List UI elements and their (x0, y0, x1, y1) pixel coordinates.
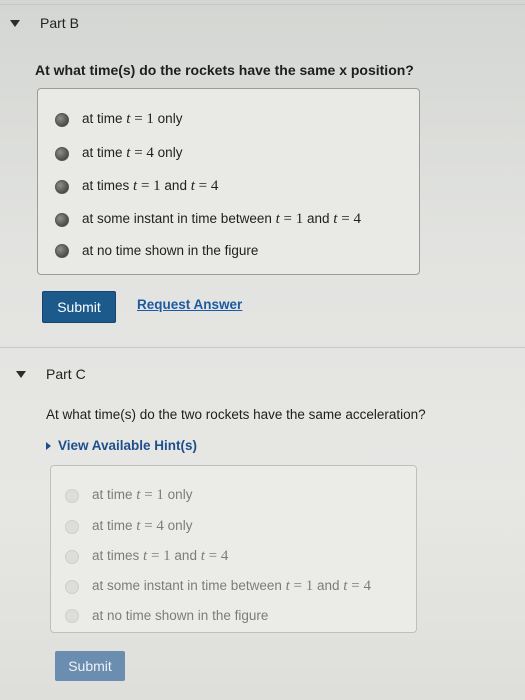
radio-button[interactable] (55, 212, 69, 227)
part-b-option-5[interactable]: at no time shown in the figure (55, 243, 258, 258)
part-c-header[interactable]: Part C (16, 366, 86, 382)
option-text: at time t = 4 only (82, 145, 183, 161)
option-text: at times t = 1 and t = 4 (82, 178, 219, 194)
option-text: at some instant in time between t = 1 an… (92, 578, 371, 594)
radio-button[interactable] (55, 179, 69, 194)
part-c-options-box: at time t = 1 only at time t = 4 only at… (50, 465, 417, 633)
section-divider (0, 347, 525, 348)
part-b-option-4[interactable]: at some instant in time between t = 1 an… (55, 211, 361, 228)
radio-button[interactable] (65, 549, 79, 564)
radio-button[interactable] (65, 579, 79, 594)
radio-button[interactable] (65, 519, 79, 534)
part-b-header[interactable]: Part B (10, 15, 79, 31)
radio-button[interactable] (55, 112, 69, 127)
part-c-option-3[interactable]: at times t = 1 and t = 4 (65, 548, 228, 565)
option-text: at time t = 1 only (82, 111, 183, 127)
collapse-caret-icon[interactable] (16, 370, 26, 378)
option-text: at no time shown in the figure (82, 243, 259, 258)
part-b-title: Part B (40, 15, 79, 31)
view-hints-link[interactable]: View Available Hint(s) (46, 438, 197, 453)
top-divider (0, 4, 525, 5)
hint-label: View Available Hint(s) (58, 438, 198, 453)
part-c-question: At what time(s) do the two rockets have … (46, 407, 426, 422)
radio-button[interactable] (55, 146, 69, 161)
option-text: at no time shown in the figure (92, 608, 269, 623)
expand-caret-icon (46, 441, 51, 450)
option-text: at some instant in time between t = 1 an… (82, 211, 361, 227)
part-b-option-1[interactable]: at time t = 1 only (55, 111, 182, 128)
request-answer-link[interactable]: Request Answer (137, 297, 242, 312)
option-text: at time t = 1 only (92, 487, 193, 503)
part-b-option-3[interactable]: at times t = 1 and t = 4 (55, 178, 218, 195)
collapse-caret-icon[interactable] (10, 19, 20, 27)
part-b-submit-button[interactable]: Submit (42, 291, 116, 323)
radio-button[interactable] (55, 243, 69, 258)
option-text: at times t = 1 and t = 4 (92, 548, 229, 564)
part-b-question: At what time(s) do the rockets have the … (35, 62, 414, 78)
radio-button[interactable] (65, 608, 79, 623)
part-c-submit-button[interactable]: Submit (55, 651, 125, 681)
part-c-title: Part C (46, 366, 86, 382)
part-c-option-2[interactable]: at time t = 4 only (65, 518, 192, 535)
part-c-option-1[interactable]: at time t = 1 only (65, 487, 192, 504)
part-c-option-4[interactable]: at some instant in time between t = 1 an… (65, 578, 371, 595)
part-b-option-2[interactable]: at time t = 4 only (55, 145, 182, 162)
option-text: at time t = 4 only (92, 518, 193, 534)
part-b-options-box: at time t = 1 only at time t = 4 only at… (37, 88, 420, 275)
radio-button[interactable] (65, 488, 79, 503)
part-c-option-5[interactable]: at no time shown in the figure (65, 608, 268, 623)
